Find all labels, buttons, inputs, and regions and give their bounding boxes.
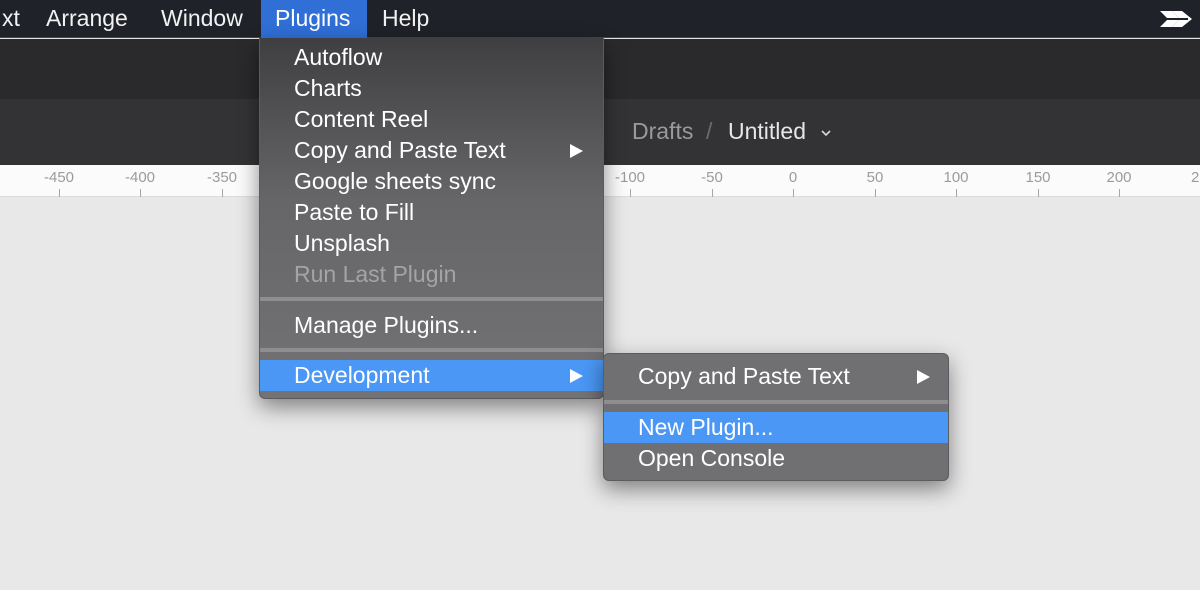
menu-item-unsplash[interactable]: Unsplash bbox=[260, 228, 603, 259]
ruler-tick-label: -450 bbox=[43, 169, 75, 186]
ruler-tick-label: -400 bbox=[124, 169, 156, 186]
menu-help[interactable]: Help bbox=[368, 0, 443, 38]
document-title[interactable]: Untitled bbox=[728, 118, 806, 145]
menu-item-copy-and-paste-text[interactable]: Copy and Paste Text bbox=[260, 135, 603, 166]
menu-plugins[interactable]: Plugins bbox=[261, 0, 367, 38]
menu-bar: xt Arrange Window Plugins Help bbox=[0, 0, 1200, 38]
menu-item-charts[interactable]: Charts bbox=[260, 73, 603, 104]
menu-item-run-last-plugin: Run Last Plugin bbox=[294, 261, 457, 287]
ruler-tick-label: 25 bbox=[1191, 169, 1200, 186]
menu-item-label: Copy and Paste Text bbox=[638, 363, 850, 389]
submenu-arrow-icon bbox=[570, 369, 583, 383]
menu-item-manage-plugins[interactable]: Manage Plugins... bbox=[260, 310, 603, 341]
ruler-tick-label: -350 bbox=[206, 169, 238, 186]
menu-item-google-sheets-sync[interactable]: Google sheets sync bbox=[260, 166, 603, 197]
ruler-tick-label: 150 bbox=[1025, 169, 1051, 186]
breadcrumb-drafts[interactable]: Drafts bbox=[632, 118, 693, 145]
app-logo-icon[interactable] bbox=[1158, 7, 1194, 31]
ruler-tick-label: 200 bbox=[1106, 169, 1132, 186]
ruler-tick-mark bbox=[222, 189, 223, 197]
chevron-down-icon[interactable] bbox=[821, 128, 831, 138]
ruler-tick-mark bbox=[712, 189, 713, 197]
ruler-tick-mark bbox=[956, 189, 957, 197]
menu-text[interactable]: xt bbox=[0, 0, 34, 38]
menu-item-label: Development bbox=[294, 362, 430, 388]
submenu-arrow-icon bbox=[570, 144, 583, 158]
ruler-tick-label: 0 bbox=[788, 169, 798, 186]
menu-window[interactable]: Window bbox=[147, 0, 257, 38]
ruler-tick-mark bbox=[140, 189, 141, 197]
ruler-tick-label: -100 bbox=[614, 169, 646, 186]
breadcrumb-separator: / bbox=[706, 118, 713, 144]
ruler-tick-mark bbox=[793, 189, 794, 197]
ruler-tick-mark bbox=[1119, 189, 1120, 197]
plugins-menu: Autoflow Charts Content Reel Copy and Pa… bbox=[259, 38, 604, 399]
submenu-item-open-console[interactable]: Open Console bbox=[604, 443, 948, 474]
menu-separator bbox=[604, 400, 948, 404]
menu-item-paste-to-fill[interactable]: Paste to Fill bbox=[260, 197, 603, 228]
menu-separator bbox=[260, 348, 603, 352]
submenu-arrow-icon bbox=[917, 370, 930, 384]
menu-item-label: Copy and Paste Text bbox=[294, 137, 506, 163]
menu-separator bbox=[260, 297, 603, 301]
menu-item-content-reel[interactable]: Content Reel bbox=[260, 104, 603, 135]
menu-arrange[interactable]: Arrange bbox=[32, 0, 142, 38]
ruler-tick-mark bbox=[59, 189, 60, 197]
development-submenu: Copy and Paste Text New Plugin... Open C… bbox=[603, 353, 949, 481]
ruler-tick-label: 100 bbox=[943, 169, 969, 186]
submenu-item-copy-and-paste-text[interactable]: Copy and Paste Text bbox=[604, 361, 948, 392]
ruler-tick-label: 50 bbox=[866, 169, 884, 186]
ruler-tick-mark bbox=[875, 189, 876, 197]
submenu-item-new-plugin[interactable]: New Plugin... bbox=[604, 412, 948, 443]
ruler-tick-mark bbox=[630, 189, 631, 197]
ruler-tick-mark bbox=[1038, 189, 1039, 197]
menu-item-autoflow[interactable]: Autoflow bbox=[260, 42, 603, 73]
menu-item-development[interactable]: Development bbox=[260, 360, 603, 391]
ruler-tick-label: -50 bbox=[701, 169, 723, 186]
